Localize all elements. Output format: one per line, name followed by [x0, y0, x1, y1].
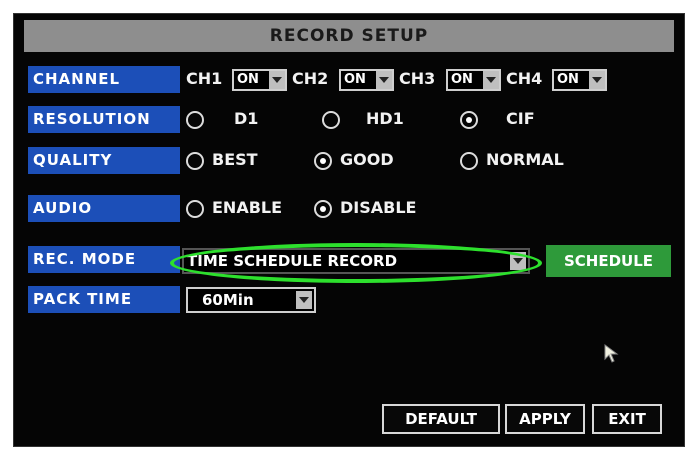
schedule-button[interactable]: SCHEDULE	[546, 245, 671, 277]
dropdown-arrow-icon[interactable]	[376, 71, 392, 89]
ch2-value: ON	[344, 72, 366, 87]
radio-quality-good[interactable]	[314, 152, 332, 170]
page-title: RECORD SETUP	[24, 20, 674, 52]
ch4-value: ON	[557, 72, 579, 87]
quality-option-good: GOOD	[340, 150, 394, 169]
channel-label: CHANNEL	[28, 66, 180, 93]
ch2-label: CH2	[292, 69, 329, 88]
ch2-select[interactable]: ON	[339, 69, 394, 91]
ch3-value: ON	[451, 72, 473, 87]
dvr-screen: RECORD SETUP CHANNEL CH1 ON CH2 ON CH3 O…	[13, 13, 685, 447]
ch1-label: CH1	[186, 69, 223, 88]
ch1-value: ON	[237, 72, 259, 87]
pack-time-select[interactable]: 60Min	[186, 287, 316, 313]
ch3-select[interactable]: ON	[446, 69, 501, 91]
default-button[interactable]: DEFAULT	[382, 404, 500, 434]
resolution-option-hd1: HD1	[366, 109, 404, 128]
rec-mode-label: REC. MODE	[28, 246, 180, 273]
audio-option-enable: ENABLE	[212, 198, 283, 217]
audio-option-disable: DISABLE	[340, 198, 417, 217]
highlight-ellipse	[170, 243, 542, 283]
dropdown-arrow-icon[interactable]	[296, 291, 312, 309]
pack-time-value: 60Min	[202, 291, 254, 309]
radio-quality-normal[interactable]	[460, 152, 478, 170]
ch4-select[interactable]: ON	[552, 69, 607, 91]
apply-button[interactable]: APPLY	[505, 404, 585, 434]
quality-label: QUALITY	[28, 147, 180, 174]
radio-quality-best[interactable]	[186, 152, 204, 170]
ch1-select[interactable]: ON	[232, 69, 287, 91]
pack-time-label: PACK TIME	[28, 286, 180, 313]
quality-option-best: BEST	[212, 150, 258, 169]
ch4-label: CH4	[506, 69, 543, 88]
resolution-option-cif: CIF	[506, 109, 535, 128]
resolution-label: RESOLUTION	[28, 106, 180, 133]
radio-resolution-d1[interactable]	[186, 111, 204, 129]
mouse-pointer-icon	[604, 344, 619, 363]
dropdown-arrow-icon[interactable]	[589, 71, 605, 89]
audio-label: AUDIO	[28, 195, 180, 222]
dropdown-arrow-icon[interactable]	[269, 71, 285, 89]
radio-audio-disable[interactable]	[314, 200, 332, 218]
radio-audio-enable[interactable]	[186, 200, 204, 218]
radio-resolution-hd1[interactable]	[322, 111, 340, 129]
exit-button[interactable]: EXIT	[592, 404, 662, 434]
ch3-label: CH3	[399, 69, 436, 88]
dropdown-arrow-icon[interactable]	[483, 71, 499, 89]
resolution-option-d1: D1	[234, 109, 259, 128]
radio-resolution-cif[interactable]	[460, 111, 478, 129]
quality-option-normal: NORMAL	[486, 150, 564, 169]
